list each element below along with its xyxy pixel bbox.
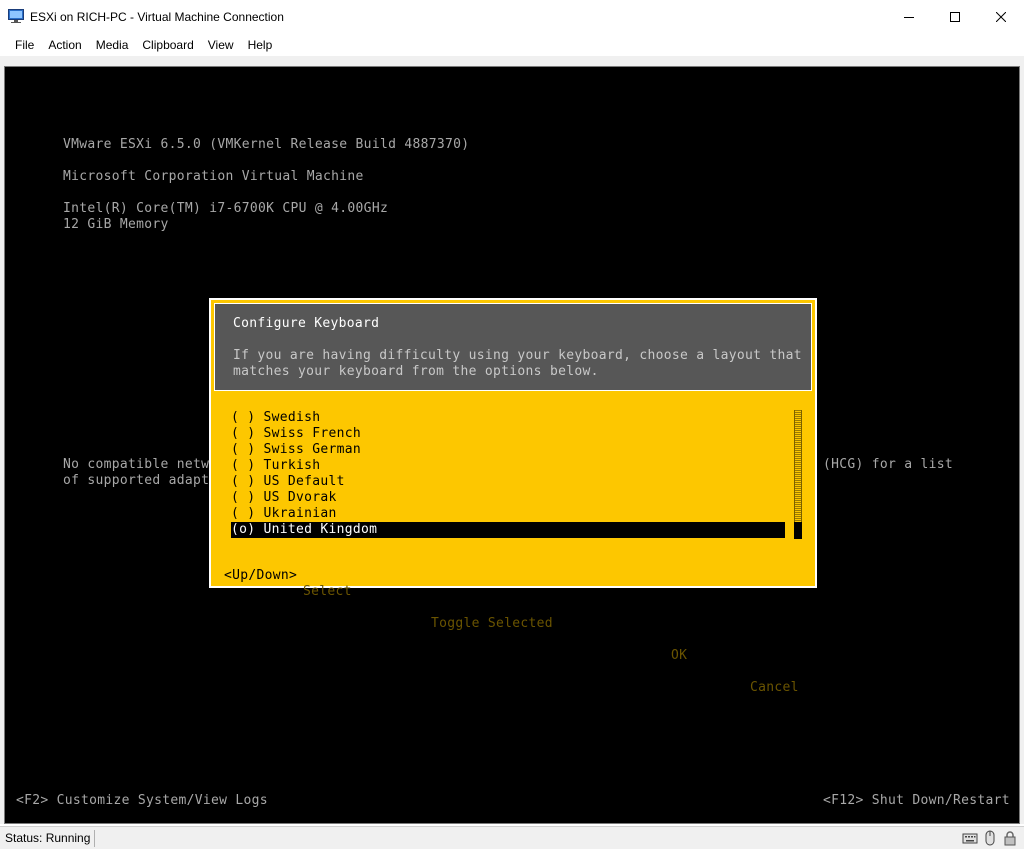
vm-connection-icon (8, 9, 24, 23)
close-icon (996, 12, 1006, 22)
dialog-description: If you are having difficulty using your … (233, 348, 802, 380)
list-scrollbar[interactable] (794, 410, 802, 539)
dialog-description-line-1: If you are having difficulty using your … (233, 348, 802, 363)
keyboard-icon (962, 830, 978, 846)
minimize-icon (904, 17, 914, 18)
network-warning-left-1: No compatible netw (63, 457, 210, 472)
network-warning-right-1: (HCG) for a list (823, 457, 954, 472)
cancel-label: Cancel (750, 680, 799, 695)
menu-bar: File Action Media Clipboard View Help (0, 34, 1024, 56)
layout-option-turkish[interactable]: ( ) Turkish (231, 458, 785, 474)
esxi-version-line: VMware ESXi 6.5.0 (VMKernel Release Buil… (63, 137, 470, 152)
layout-option-us-dvorak[interactable]: ( ) US Dvorak (231, 490, 785, 506)
layout-option-swedish[interactable]: ( ) Swedish (231, 410, 785, 426)
vm-display-frame: VMware ESXi 6.5.0 (VMKernel Release Buil… (0, 56, 1024, 824)
enter-key-ok-button[interactable]: <Enter> (607, 632, 664, 648)
ok-label: OK (671, 648, 688, 663)
close-button[interactable] (978, 0, 1024, 34)
menu-file[interactable]: File (8, 34, 41, 56)
dialog-header: Configure Keyboard If you are having dif… (214, 303, 812, 391)
vm-status-text: Status: Running (5, 831, 91, 845)
maximize-icon (950, 12, 960, 22)
dialog-description-line-2: matches your keyboard from the options b… (233, 364, 599, 379)
updown-desc: Select (303, 584, 352, 599)
status-bar: Status: Running (0, 826, 1024, 849)
space-key: <Space> (367, 600, 424, 615)
mouse-icon (982, 830, 998, 846)
network-warning-left-2: of supported adapt (63, 473, 210, 488)
dialog-title: Configure Keyboard (233, 316, 380, 331)
layout-option-swiss-german[interactable]: ( ) Swiss German (231, 442, 785, 458)
menu-clipboard[interactable]: Clipboard (135, 34, 200, 56)
layout-option-ukrainian[interactable]: ( ) Ukrainian (231, 506, 785, 522)
menu-action[interactable]: Action (41, 34, 88, 56)
layout-option-united-kingdom[interactable]: (o) United Kingdom (231, 522, 785, 538)
updown-key: <Up/Down> (224, 568, 298, 583)
menu-view[interactable]: View (201, 34, 241, 56)
minimize-button[interactable] (886, 0, 932, 34)
lock-icon (1002, 830, 1018, 846)
menu-help[interactable]: Help (241, 34, 280, 56)
layout-option-us-default[interactable]: ( ) US Default (231, 474, 785, 490)
memory-info-line: 12 GiB Memory (63, 217, 169, 232)
shutdown-restart-hint: <F12> Shut Down/Restart (823, 793, 1010, 808)
layout-option-swiss-french[interactable]: ( ) Swiss French (231, 426, 785, 442)
maximize-button[interactable] (932, 0, 978, 34)
vm-console-screen[interactable]: VMware ESXi 6.5.0 (VMKernel Release Buil… (4, 66, 1020, 824)
dialog-footer: <Up/Down> Select <Space> Toggle Selected… (211, 552, 815, 695)
scrollbar-thumb[interactable] (794, 522, 802, 539)
configure-keyboard-dialog: Configure Keyboard If you are having dif… (209, 298, 817, 695)
esc-key-cancel-button[interactable]: <Esc> (703, 664, 744, 680)
vm-vendor-line: Microsoft Corporation Virtual Machine (63, 169, 364, 184)
status-separator (94, 830, 95, 847)
customize-system-hint: <F2> Customize System/View Logs (16, 793, 268, 808)
title-bar: ESXi on RICH-PC - Virtual Machine Connec… (0, 0, 1024, 34)
keyboard-layout-list[interactable]: ( ) Swedish ( ) Swiss French ( ) Swiss G… (231, 410, 785, 538)
menu-media[interactable]: Media (89, 34, 136, 56)
window-title: ESXi on RICH-PC - Virtual Machine Connec… (30, 10, 284, 24)
cpu-info-line: Intel(R) Core(TM) i7-6700K CPU @ 4.00GHz (63, 201, 389, 216)
space-desc: Toggle Selected (431, 616, 553, 631)
status-icons (962, 830, 1018, 846)
